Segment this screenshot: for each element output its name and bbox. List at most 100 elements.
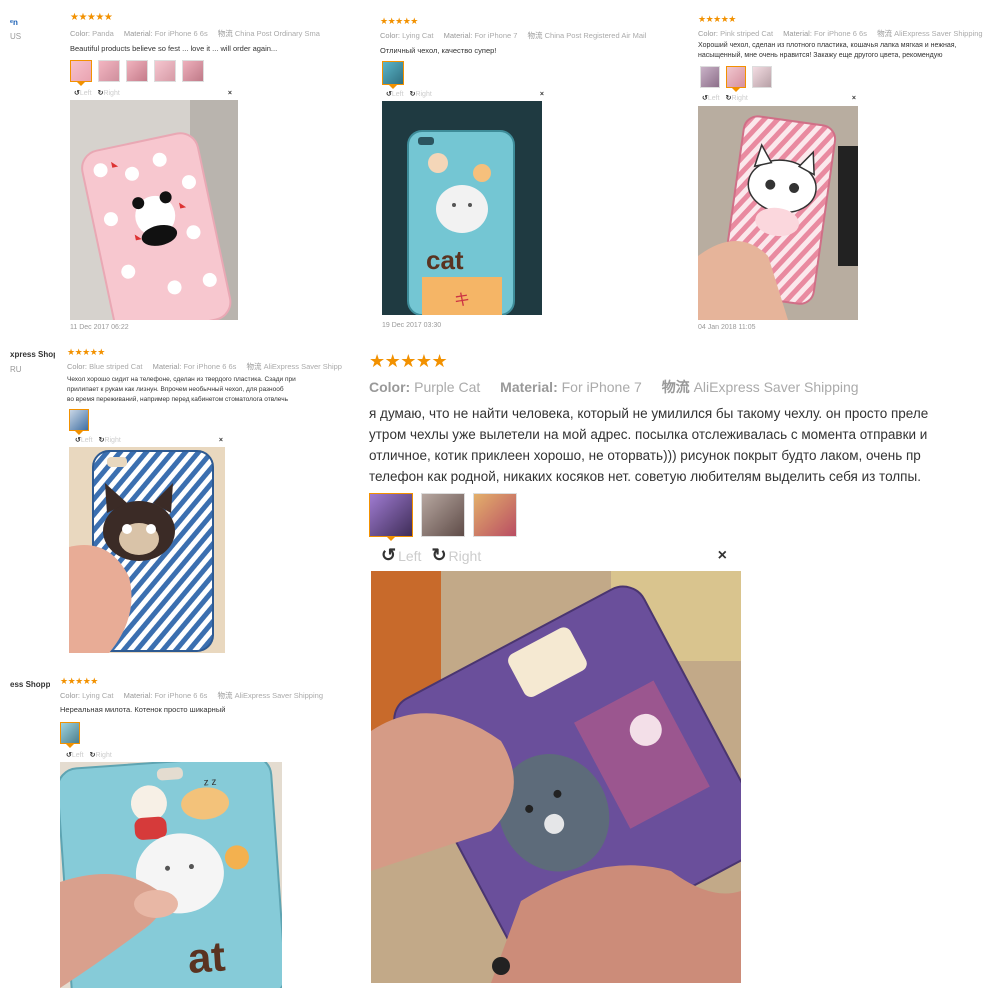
review-line: Хороший чехол, сделан из плотного пласти… (698, 42, 957, 49)
review-thumbnail[interactable] (154, 60, 176, 82)
review-thumbnail[interactable] (473, 493, 517, 537)
review-date: 11 Dec 2017 06:22 (70, 324, 129, 331)
review-photo[interactable]: cat キ (382, 101, 542, 315)
review-thumbnail[interactable] (182, 60, 204, 82)
shipping-label: 物流 (527, 31, 543, 40)
review-line: во время переживаний, например перед каб… (67, 396, 288, 403)
rotate-left-label[interactable]: Left (708, 95, 720, 102)
material-value: For iPhone 6 6s (814, 29, 867, 38)
review-line: прилипает к рукам как лизнун. Впрочем не… (67, 386, 284, 393)
rating-stars: ★★★★★ (698, 14, 736, 24)
shipping-label: 物流 (877, 29, 893, 38)
review-thumbnail[interactable] (70, 60, 92, 86)
review-photo[interactable] (371, 571, 741, 983)
shipping-label: 物流 (217, 29, 233, 38)
rotate-left-label[interactable]: Left (398, 548, 421, 564)
review-text: я думаю, что не найти человека, который … (369, 403, 1000, 487)
color-label: Color: (67, 362, 88, 371)
review-thumbnail[interactable] (726, 66, 746, 92)
review-photo[interactable] (70, 100, 238, 320)
rotate-right-icon[interactable]: ↻ (431, 545, 446, 566)
close-icon[interactable]: × (718, 547, 727, 565)
color-label: Color: (60, 691, 81, 700)
rotate-right-label[interactable]: Right (95, 752, 111, 759)
review-line: Чехол хорошо сидит на телефоне, сделан и… (67, 376, 296, 383)
review-meta: Color: Purple Cat Material: For iPhone 7… (369, 377, 867, 397)
review-meta: Color: Lying Cat Material: For iPhone 6 … (60, 690, 331, 701)
close-icon[interactable]: × (219, 437, 223, 444)
close-icon[interactable]: × (228, 90, 232, 97)
rotate-left-label[interactable]: Left (81, 437, 93, 444)
rating-stars: ★★★★★ (369, 351, 448, 371)
rotate-right-label[interactable]: Right (104, 437, 120, 444)
color-value: Purple Cat (414, 379, 481, 395)
review-meta: Color: Blue striped Cat Material: For iP… (67, 361, 345, 372)
rotate-left-label[interactable]: Left (392, 91, 404, 98)
color-label: Color: (70, 29, 91, 38)
shipping-value: AliExpress Saver Shipping (693, 379, 859, 395)
material-label: Material: (123, 691, 153, 700)
rotate-right-label[interactable]: Right (103, 90, 119, 97)
review-text: Хороший чехол, сделан из плотного пласти… (698, 41, 991, 61)
review-thumbnail[interactable] (752, 66, 772, 88)
country-fragment: RU (10, 365, 22, 374)
rating-stars: ★★★★★ (70, 12, 113, 23)
image-toolbar: ↺ Left ↻ Right (66, 751, 266, 760)
material-value: For iPhone 7 (561, 379, 642, 395)
case-print-text: at (186, 932, 227, 981)
review-thumbnail[interactable] (60, 722, 80, 748)
review-thumbnail[interactable] (700, 66, 720, 88)
review-date: 19 Dec 2017 03:30 (382, 322, 442, 329)
review-line: утром чехлы уже вылетели на мой адрес. п… (369, 427, 928, 442)
material-label: Material: (152, 362, 182, 371)
shipping-value: China Post Registered Air Mail (544, 31, 647, 40)
close-icon[interactable]: × (540, 91, 544, 98)
material-label: Material: (783, 29, 812, 38)
review-thumbnail[interactable] (421, 493, 465, 537)
material-value: For iPhone 7 (474, 31, 518, 40)
review-thumbnail[interactable] (382, 61, 404, 89)
review-photo[interactable]: z z at (60, 762, 282, 988)
review-line: отличное, котик приклеен хорошо, не отор… (369, 448, 921, 463)
close-icon[interactable]: × (852, 95, 856, 102)
review-line: Нереальная милота. Котенок просто шикарн… (60, 705, 226, 714)
review-text: Нереальная милота. Котенок просто шикарн… (60, 704, 338, 715)
review-meta: Color: Panda Material: For iPhone 6 6s 物… (70, 28, 320, 39)
rotate-left-label[interactable]: Left (72, 752, 84, 759)
review-thumbnail[interactable] (69, 409, 89, 435)
review-photo[interactable] (69, 447, 225, 653)
review-card: ★★★★★ Color: Lying Cat Material: For iPh… (370, 10, 670, 335)
material-value: For iPhone 6 6s (154, 691, 208, 700)
rotate-right-label[interactable]: Right (449, 548, 482, 564)
image-toolbar: ↺ Left ↻ Right × (74, 89, 234, 98)
shipping-label: 物流 (246, 362, 262, 371)
rotate-left-label[interactable]: Left (80, 90, 92, 97)
flag-fragment: ᵉn (10, 18, 18, 27)
rotate-left-icon[interactable]: ↺ (381, 545, 396, 566)
review-meta: Color: Lying Cat Material: For iPhone 7 … (380, 30, 654, 41)
review-thumbnail[interactable] (369, 493, 413, 541)
thumbnail-strip (700, 66, 778, 92)
image-toolbar: ↺ Left ↻ Right × (386, 90, 546, 99)
review-line: насыщенный, мне очень нравится! Закажу е… (698, 52, 943, 59)
rotate-right-label[interactable]: Right (415, 91, 431, 98)
review-line: я думаю, что не найти человека, который … (369, 406, 929, 421)
review-text: Чехол хорошо сидит на телефоне, сделан и… (67, 375, 343, 405)
rotate-right-label[interactable]: Right (731, 95, 747, 102)
rating-stars: ★★★★★ (380, 16, 418, 26)
rating-stars: ★★★★★ (67, 347, 105, 357)
review-thumbnail[interactable] (98, 60, 120, 82)
shipping-value: China Post Ordinary Small (234, 29, 320, 38)
color-value: Blue striped Cat (89, 362, 143, 371)
shipping-value: AliExpress Saver Shipping (234, 691, 323, 700)
thumbnail-strip (70, 60, 210, 86)
thumbnail-strip (60, 722, 86, 748)
color-value: Lying Cat (402, 31, 434, 40)
review-card: ★★★★★ Color: Blue striped Cat Material: … (55, 343, 345, 663)
review-thumbnail[interactable] (126, 60, 148, 82)
review-photo[interactable] (698, 106, 858, 320)
color-value: Lying Cat (82, 691, 114, 700)
shipping-value: AliExpress Saver Shipp (263, 362, 342, 371)
material-value: For iPhone 6 6s (154, 29, 208, 38)
case-print-text: キ (454, 292, 470, 309)
